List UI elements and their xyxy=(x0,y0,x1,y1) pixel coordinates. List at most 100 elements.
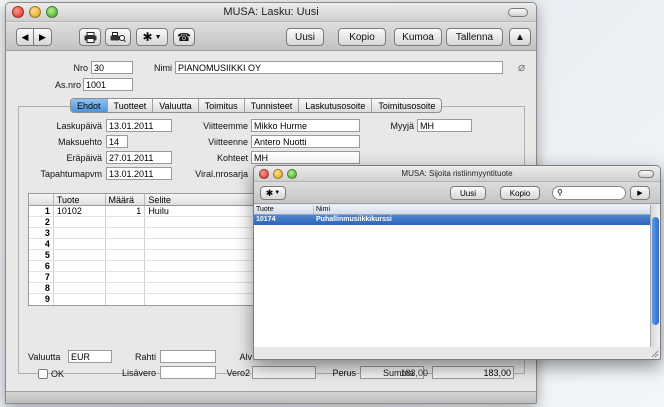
gear-icon: ✱ xyxy=(142,30,153,44)
print-preview-button[interactable] xyxy=(105,28,131,46)
maara-cell[interactable] xyxy=(106,239,146,249)
tuote-cell[interactable]: 10102 xyxy=(54,206,106,216)
popup-go-button[interactable]: ▶ xyxy=(630,186,650,200)
popup-new-button[interactable]: Uusi xyxy=(450,186,486,200)
viitteenne-field[interactable]: Antero Nuotti xyxy=(251,135,360,148)
list-item[interactable]: 10174 Puhallinmusiikkikurssi xyxy=(254,215,652,225)
valuutta-field[interactable]: EUR xyxy=(68,350,112,363)
tuote-cell[interactable] xyxy=(54,261,106,271)
row-number: 1 xyxy=(29,206,54,216)
maara-cell[interactable] xyxy=(106,283,146,293)
maara-cell[interactable] xyxy=(106,250,146,260)
myyja-field[interactable]: MH xyxy=(417,119,472,132)
tab-laskutusosoite[interactable]: Laskutusosoite xyxy=(299,99,373,112)
row-number: 8 xyxy=(29,283,54,293)
matrix-header-maara: Määrä xyxy=(106,194,146,205)
list-header: Tuote Nimi xyxy=(254,205,652,215)
title-bar[interactable]: MUSA: Lasku: Uusi xyxy=(6,3,536,22)
nimi-field[interactable]: PIANOMUSIIKKI OY xyxy=(175,61,503,74)
row-number: 3 xyxy=(29,228,54,238)
maara-cell[interactable]: 1 xyxy=(106,206,146,216)
ok-checkbox[interactable] xyxy=(38,369,48,379)
viitteenne-label: Viitteenne xyxy=(208,137,248,147)
lisavero-label: Lisävero xyxy=(121,368,156,378)
phone-button[interactable]: ☎ xyxy=(173,28,195,46)
tuote-cell[interactable] xyxy=(54,217,106,227)
tuote-cell[interactable] xyxy=(54,283,106,293)
tab-ehdot[interactable]: Ehdot xyxy=(71,99,108,112)
copy-button[interactable]: Kopio xyxy=(338,28,386,46)
nro-label: Nro xyxy=(73,63,88,73)
tuote-cell[interactable] xyxy=(54,272,106,282)
asnro-label: As.nro xyxy=(54,80,81,90)
nro-field[interactable]: 30 xyxy=(91,61,133,74)
maksuehto-field[interactable]: 14 xyxy=(106,135,128,148)
row-number: 2 xyxy=(29,217,54,227)
save-button[interactable]: Tallenna xyxy=(446,28,503,46)
phone-icon: ☎ xyxy=(177,31,191,44)
search-icon: ⚲ xyxy=(557,188,563,197)
perus-label: Perus xyxy=(332,368,356,378)
popup-search-input[interactable]: ⚲ xyxy=(552,186,626,200)
alv-label: Alv xyxy=(239,352,252,362)
cancel-button[interactable]: Kumoa xyxy=(394,28,442,46)
maara-cell[interactable] xyxy=(106,294,146,305)
tab-valuutta[interactable]: Valuutta xyxy=(153,99,199,112)
gear-icon: ✱ xyxy=(265,187,274,198)
maara-cell[interactable] xyxy=(106,228,146,238)
tapahtumapvm-field[interactable]: 13.01.2011 xyxy=(106,167,172,180)
list-header-tuote[interactable]: Tuote xyxy=(254,205,314,214)
print-button[interactable] xyxy=(79,28,101,46)
summa-overlap-value: 183,00 xyxy=(400,368,428,378)
matrix-header-row xyxy=(29,194,54,205)
tuote-cell[interactable] xyxy=(54,228,106,238)
vero2-field xyxy=(252,366,316,379)
popup-copy-button[interactable]: Kopio xyxy=(500,186,540,200)
operations-menu-button[interactable]: ✱ ▼ xyxy=(136,28,168,46)
scrollbar-thumb[interactable] xyxy=(652,217,659,325)
maara-cell[interactable] xyxy=(106,261,146,271)
kohteet-label: Kohteet xyxy=(216,153,248,163)
previous-record-button[interactable]: ◀ xyxy=(16,28,34,46)
arrow-right-icon: ▶ xyxy=(637,190,643,197)
lisavero-field[interactable] xyxy=(160,366,216,379)
tab-toimitusosoite[interactable]: Toimitusosoite xyxy=(372,99,441,112)
maara-cell[interactable] xyxy=(106,272,146,282)
list-item-tuote: 10174 xyxy=(256,216,276,223)
cross-sell-window: MUSA: Sijoita ristiinmyyntituote ✱ ▼ Uusi… xyxy=(253,165,661,360)
popup-vertical-scrollbar[interactable] xyxy=(650,205,660,347)
graduation-cap-icon: ▲ xyxy=(515,31,525,43)
asnro-field[interactable]: 1001 xyxy=(83,78,133,91)
viitteemme-field[interactable]: Mikko Hurme xyxy=(251,119,360,132)
arrow-left-icon: ◀ xyxy=(21,31,29,42)
popup-operations-button[interactable]: ✱ ▼ xyxy=(260,186,286,200)
rahti-field[interactable] xyxy=(160,350,216,363)
maara-cell[interactable] xyxy=(106,217,146,227)
chevron-down-icon: ▼ xyxy=(274,190,281,196)
kohteet-field[interactable]: MH xyxy=(251,151,360,164)
toolbar-toggle-button[interactable] xyxy=(508,8,528,17)
myyja-label: Myyjä xyxy=(390,121,414,131)
resize-grip-icon[interactable] xyxy=(650,349,659,358)
next-record-button[interactable]: ▶ xyxy=(34,28,52,46)
tuote-cell[interactable] xyxy=(54,239,106,249)
popup-title-bar[interactable]: MUSA: Sijoita ristiinmyyntituote xyxy=(254,166,660,182)
popup-title: MUSA: Sijoita ristiinmyyntituote xyxy=(401,169,513,178)
popup-toolbar: ✱ ▼ Uusi Kopio ⚲ ▶ xyxy=(254,182,660,204)
attachment-icon[interactable]: ⌀ xyxy=(518,60,525,74)
row-number: 7 xyxy=(29,272,54,282)
tuote-cell[interactable] xyxy=(54,294,106,305)
tapahtumapvm-label: Tapahtumapvm xyxy=(40,169,102,179)
tuote-cell[interactable] xyxy=(54,250,106,260)
ok-label: OK xyxy=(51,369,65,379)
laskupaiva-field[interactable]: 13.01.2011 xyxy=(106,119,172,132)
tab-tunnisteet[interactable]: Tunnisteet xyxy=(245,99,300,112)
list-item-nimi: Puhallinmusiikkikurssi xyxy=(316,216,392,223)
list-header-nimi[interactable]: Nimi xyxy=(314,205,652,214)
erapaiva-field[interactable]: 27.01.2011 xyxy=(106,151,172,164)
tab-tuotteet[interactable]: Tuotteet xyxy=(108,99,154,112)
academy-button[interactable]: ▲ xyxy=(509,28,531,46)
popup-toolbar-toggle[interactable] xyxy=(638,170,654,178)
tab-toimitus[interactable]: Toimitus xyxy=(199,99,245,112)
new-button[interactable]: Uusi xyxy=(286,28,324,46)
